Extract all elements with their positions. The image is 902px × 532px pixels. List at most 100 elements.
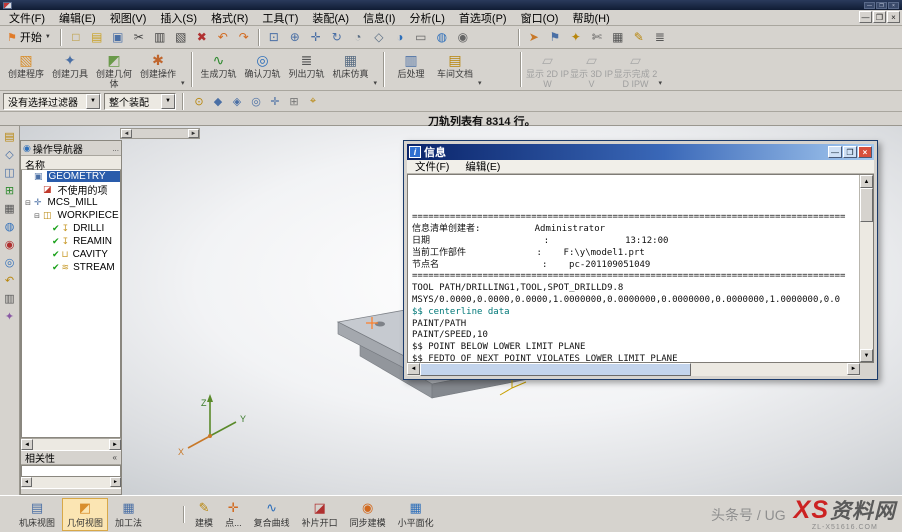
start-menu-button[interactable]: ⚑ 开始 ▼	[2, 28, 56, 47]
list-toolpath-button[interactable]: ≣ 列出刀轨	[285, 50, 329, 79]
synchronous-modeling-button[interactable]: ◉ 同步建模	[345, 498, 391, 531]
machining-method-view-button[interactable]: ▦ 加工法	[110, 498, 147, 531]
snap-intersection-button[interactable]: ✛	[266, 93, 284, 110]
selection-filter-dropdown[interactable]: 没有选择过滤器 ▼	[3, 93, 101, 110]
show-completed-2d-ipw-button[interactable]: ▱ 显示完成 2D IPW	[614, 50, 658, 89]
dependencies-scrollbar[interactable]: ◄ ►	[21, 477, 121, 488]
scroll-left-icon[interactable]: ◄	[407, 363, 420, 375]
scroll-up-icon[interactable]: ▲	[860, 175, 873, 188]
menu-preferences[interactable]: 首选项(P)	[452, 9, 514, 27]
toolbar-options-icon[interactable]: ▾	[478, 79, 482, 87]
hd3d-tools-icon[interactable]: ◉	[1, 236, 19, 253]
menu-information[interactable]: 信息(I)	[356, 9, 402, 27]
dialog-minimize-button[interactable]: —	[828, 146, 842, 158]
tree-node-drilling[interactable]: ✔ ↧ DRILLI	[22, 222, 120, 235]
window-restore-button[interactable]: ❐	[876, 2, 887, 9]
scroll-down-icon[interactable]: ▼	[860, 349, 873, 362]
shaded-view-button[interactable]: ◔	[348, 28, 368, 47]
snap-grid-button[interactable]: ⊞	[285, 93, 303, 110]
palettes-icon[interactable]: ▥	[1, 290, 19, 307]
menu-tools[interactable]: 工具(T)	[255, 9, 305, 27]
tree-expander-icon[interactable]: ⊟	[33, 212, 41, 220]
facet-body-button[interactable]: ▦ 小平面化	[393, 498, 439, 531]
tree-node-cavity[interactable]: ✔ ⊔ CAVITY	[22, 248, 120, 261]
show-2d-ipw-button[interactable]: ▱ 显示 2D IPW	[526, 50, 570, 89]
shop-doc-button[interactable]: ▤ 车间文档	[433, 50, 477, 79]
menu-help[interactable]: 帮助(H)	[565, 9, 616, 27]
menu-insert[interactable]: 插入(S)	[153, 9, 204, 27]
snap-point-button[interactable]: ⊙	[190, 93, 208, 110]
info-edit-menu[interactable]: 编辑(E)	[457, 159, 508, 174]
mdi-minimize-button[interactable]: —	[859, 11, 872, 23]
dependencies-header[interactable]: 相关性 «	[21, 450, 121, 465]
scroll-right-icon[interactable]: ►	[109, 439, 121, 450]
dialog-horizontal-scrollbar[interactable]: ◄ ►	[407, 363, 874, 376]
rotate-button[interactable]: ↻	[327, 28, 347, 47]
scroll-left-icon[interactable]: ◄	[21, 439, 33, 450]
tree-node-streamline[interactable]: ✔ ≋ STREAM	[22, 261, 120, 274]
tree-node-unused-items[interactable]: ◪ 不使用的项	[22, 183, 120, 196]
scroll-left-icon[interactable]: ◄	[121, 129, 132, 138]
window-close-button[interactable]: ×	[888, 2, 899, 9]
point-button[interactable]: ✛ 点...	[220, 498, 247, 531]
fit-view-button[interactable]: ⊡	[264, 28, 284, 47]
postprocess-button[interactable]: ▥ 后处理	[389, 50, 433, 79]
trim-button[interactable]: ✄	[587, 28, 607, 47]
navigator-menu-icon[interactable]: ...	[112, 144, 119, 153]
pan-button[interactable]: ✛	[306, 28, 326, 47]
info-listing[interactable]: ========================================…	[408, 175, 859, 362]
new-button[interactable]: □	[66, 28, 86, 47]
modeling-button[interactable]: ✎ 建模	[190, 498, 218, 531]
machine-simulation-button[interactable]: ▦ 机床仿真	[329, 50, 373, 79]
tree-expander-icon[interactable]: ⊟	[24, 199, 32, 207]
half-shade-button[interactable]: ◑	[390, 28, 410, 47]
panel-splitter[interactable]: ◄ ►	[120, 128, 200, 139]
resize-corner[interactable]	[860, 363, 874, 376]
assembly-navigator-icon[interactable]: ▤	[1, 128, 19, 145]
undo-button[interactable]: ↶	[213, 28, 233, 47]
snapshot-button[interactable]: ◉	[453, 28, 473, 47]
collapse-icon[interactable]: «	[113, 453, 117, 462]
scroll-right-icon[interactable]: ►	[110, 477, 121, 487]
scroll-right-icon[interactable]: ►	[847, 363, 860, 375]
tree-node-mcs-mill[interactable]: ⊟ ✛ MCS_MILL	[22, 196, 120, 209]
scrollbar-thumb[interactable]	[420, 363, 691, 376]
toolbar-options-icon[interactable]: ▾	[374, 79, 378, 87]
edit-button[interactable]: ✎	[629, 28, 649, 47]
navigator-header[interactable]: ◉ 操作导航器 ...	[21, 141, 121, 156]
menu-file[interactable]: 文件(F)	[2, 9, 52, 27]
create-tool-button[interactable]: ✦ 创建刀具	[48, 50, 92, 89]
create-operation-button[interactable]: ✱ 创建操作	[136, 50, 180, 89]
cut-button[interactable]: ✂	[129, 28, 149, 47]
generate-toolpath-button[interactable]: ∿ 生成刀轨	[197, 50, 241, 79]
measure-button[interactable]: ✦	[566, 28, 586, 47]
tree-node-workpiece[interactable]: ⊟ ◫ WORKPIECE	[22, 209, 120, 222]
web-browser-icon[interactable]: ◎	[1, 254, 19, 271]
wireframe-view-button[interactable]: ◇	[369, 28, 389, 47]
copy-button[interactable]: ▥	[150, 28, 170, 47]
toolbar-options-icon[interactable]: ▾	[659, 79, 663, 87]
zoom-button[interactable]: ⊕	[285, 28, 305, 47]
window-minimize-button[interactable]: —	[864, 2, 875, 9]
chevron-down-icon[interactable]: ▼	[86, 94, 100, 109]
select-arrow-button[interactable]: ➤	[524, 28, 544, 47]
globe-button[interactable]: ◍	[432, 28, 452, 47]
menu-view[interactable]: 视图(V)	[103, 9, 154, 27]
paste-button[interactable]: ▧	[171, 28, 191, 47]
constraint-navigator-icon[interactable]: ◇	[1, 146, 19, 163]
menu-analysis[interactable]: 分析(L)	[402, 9, 451, 27]
dialog-titlebar[interactable]: i 信息 — ❐ ×	[407, 144, 874, 160]
open-button[interactable]: ▤	[87, 28, 107, 47]
navigator-horizontal-scrollbar[interactable]: ◄ ►	[21, 438, 121, 450]
menu-edit[interactable]: 编辑(E)	[52, 9, 103, 27]
chevron-down-icon[interactable]: ▼	[161, 94, 175, 109]
save-button[interactable]: ▣	[108, 28, 128, 47]
composite-curve-button[interactable]: ∿ 复合曲线	[249, 498, 295, 531]
grid-button[interactable]: ▦	[608, 28, 628, 47]
roles-icon[interactable]: ✦	[1, 308, 19, 325]
history-icon[interactable]: ↶	[1, 272, 19, 289]
menu-window[interactable]: 窗口(O)	[514, 9, 566, 27]
list-button[interactable]: ≣	[650, 28, 670, 47]
mdi-restore-button[interactable]: ❐	[873, 11, 886, 23]
dialog-maximize-button[interactable]: ❐	[843, 146, 857, 158]
